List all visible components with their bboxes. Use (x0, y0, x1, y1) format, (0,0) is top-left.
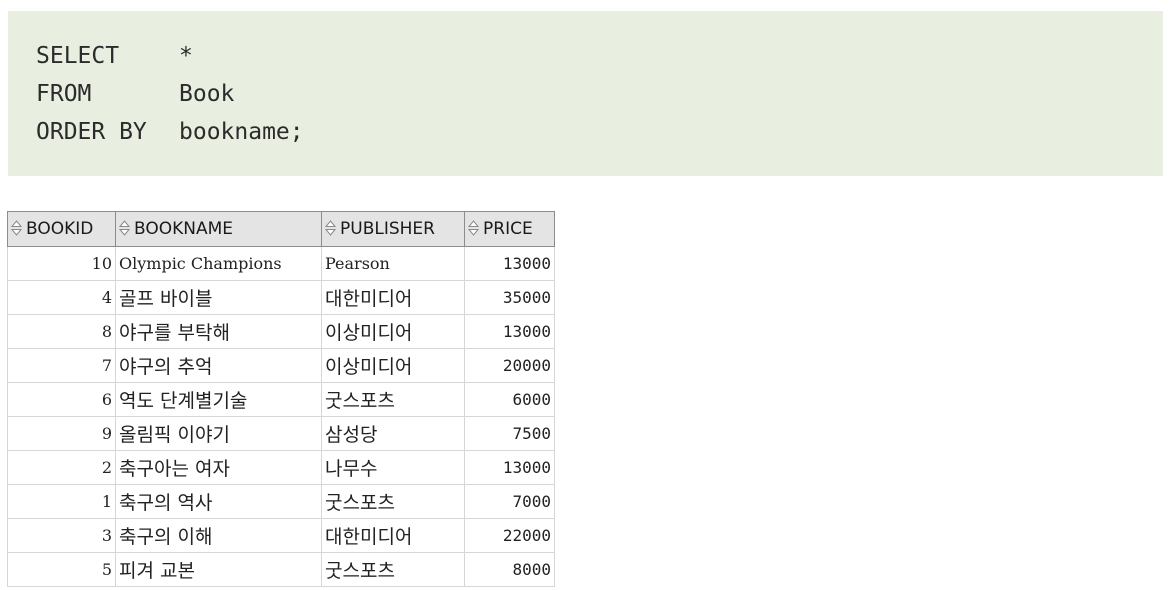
cell-publisher[interactable]: 굿스포츠 (321, 382, 465, 417)
query-line-from: FROM Book (36, 75, 1163, 113)
cell-bookid[interactable]: 1 (7, 484, 116, 519)
cell-publisher[interactable]: 굿스포츠 (321, 484, 465, 519)
query-line-order-by: ORDER BY bookname; (36, 113, 1163, 151)
cell-publisher[interactable]: Pearson (321, 246, 465, 281)
sort-up-down-icon[interactable] (468, 220, 479, 236)
cell-bookid[interactable]: 9 (7, 416, 116, 451)
cell-publisher[interactable]: 나무수 (321, 450, 465, 485)
cell-bookname[interactable]: Olympic Champions (115, 246, 322, 281)
cell-bookname[interactable]: 축구아는 여자 (115, 450, 322, 485)
cell-bookid[interactable]: 2 (7, 450, 116, 485)
cell-bookname[interactable]: 피겨 교본 (115, 552, 322, 587)
cell-price[interactable]: 8000 (464, 552, 555, 587)
cell-bookname[interactable]: 골프 바이블 (115, 280, 322, 315)
sort-up-down-icon[interactable] (325, 220, 336, 236)
sql-argument: Book (179, 81, 235, 107)
cell-publisher[interactable]: 대한미디어 (321, 280, 465, 315)
table-row[interactable]: 10 Olympic Champions Pearson 13000 (7, 246, 555, 281)
column-header-label: BOOKID (26, 219, 94, 239)
sql-keyword: SELECT (36, 43, 120, 69)
column-header-label: PRICE (483, 219, 533, 239)
table-row[interactable]: 3 축구의 이해 대한미디어 22000 (7, 518, 555, 553)
column-header-bookid[interactable]: BOOKID (7, 211, 116, 247)
sql-query-panel: SELECT * FROM Book ORDER BY bookname; (8, 11, 1163, 176)
cell-price[interactable]: 13000 (464, 314, 555, 349)
table-row[interactable]: 8 야구를 부탁해 이상미디어 13000 (7, 314, 555, 349)
table-row[interactable]: 9 올림픽 이야기 삼성당 7500 (7, 416, 555, 451)
cell-publisher[interactable]: 대한미디어 (321, 518, 465, 553)
cell-price[interactable]: 7000 (464, 484, 555, 519)
sql-argument: * (179, 43, 193, 69)
cell-bookname[interactable]: 축구의 역사 (115, 484, 322, 519)
cell-price[interactable]: 13000 (464, 450, 555, 485)
cell-publisher[interactable]: 이상미디어 (321, 348, 465, 383)
cell-price[interactable]: 35000 (464, 280, 555, 315)
table-row[interactable]: 4 골프 바이블 대한미디어 35000 (7, 280, 555, 315)
cell-publisher[interactable]: 이상미디어 (321, 314, 465, 349)
cell-publisher[interactable]: 굿스포츠 (321, 552, 465, 587)
sql-keyword: FROM (36, 81, 92, 107)
grid-header-row: BOOKID BOOKNAME PUBLISHER PRICE (7, 211, 555, 247)
cell-bookid[interactable]: 6 (7, 382, 116, 417)
table-row[interactable]: 7 야구의 추억 이상미디어 20000 (7, 348, 555, 383)
column-header-label: PUBLISHER (340, 219, 435, 239)
cell-publisher[interactable]: 삼성당 (321, 416, 465, 451)
cell-price[interactable]: 7500 (464, 416, 555, 451)
sort-up-down-icon[interactable] (119, 220, 130, 236)
sql-keyword: ORDER BY (36, 119, 147, 145)
sort-up-down-icon[interactable] (11, 220, 22, 236)
cell-bookname[interactable]: 역도 단계별기술 (115, 382, 322, 417)
cell-bookid[interactable]: 10 (7, 246, 116, 281)
query-line-select: SELECT * (36, 37, 1163, 75)
cell-bookname[interactable]: 축구의 이해 (115, 518, 322, 553)
cell-bookid[interactable]: 3 (7, 518, 116, 553)
table-row[interactable]: 2 축구아는 여자 나무수 13000 (7, 450, 555, 485)
cell-price[interactable]: 13000 (464, 246, 555, 281)
column-header-label: BOOKNAME (134, 219, 234, 239)
column-header-publisher[interactable]: PUBLISHER (321, 211, 465, 247)
cell-price[interactable]: 22000 (464, 518, 555, 553)
cell-price[interactable]: 20000 (464, 348, 555, 383)
sql-argument: bookname; (179, 119, 304, 145)
column-header-bookname[interactable]: BOOKNAME (115, 211, 322, 247)
cell-bookname[interactable]: 야구의 추억 (115, 348, 322, 383)
table-row[interactable]: 5 피겨 교본 굿스포츠 8000 (7, 552, 555, 587)
column-header-price[interactable]: PRICE (464, 211, 555, 247)
cell-bookid[interactable]: 7 (7, 348, 116, 383)
cell-bookid[interactable]: 4 (7, 280, 116, 315)
table-row[interactable]: 6 역도 단계별기술 굿스포츠 6000 (7, 382, 555, 417)
cell-price[interactable]: 6000 (464, 382, 555, 417)
cell-bookid[interactable]: 8 (7, 314, 116, 349)
cell-bookname[interactable]: 야구를 부탁해 (115, 314, 322, 349)
query-result-grid: BOOKID BOOKNAME PUBLISHER PRICE 10 Olymp… (7, 211, 555, 587)
cell-bookid[interactable]: 5 (7, 552, 116, 587)
table-row[interactable]: 1 축구의 역사 굿스포츠 7000 (7, 484, 555, 519)
cell-bookname[interactable]: 올림픽 이야기 (115, 416, 322, 451)
